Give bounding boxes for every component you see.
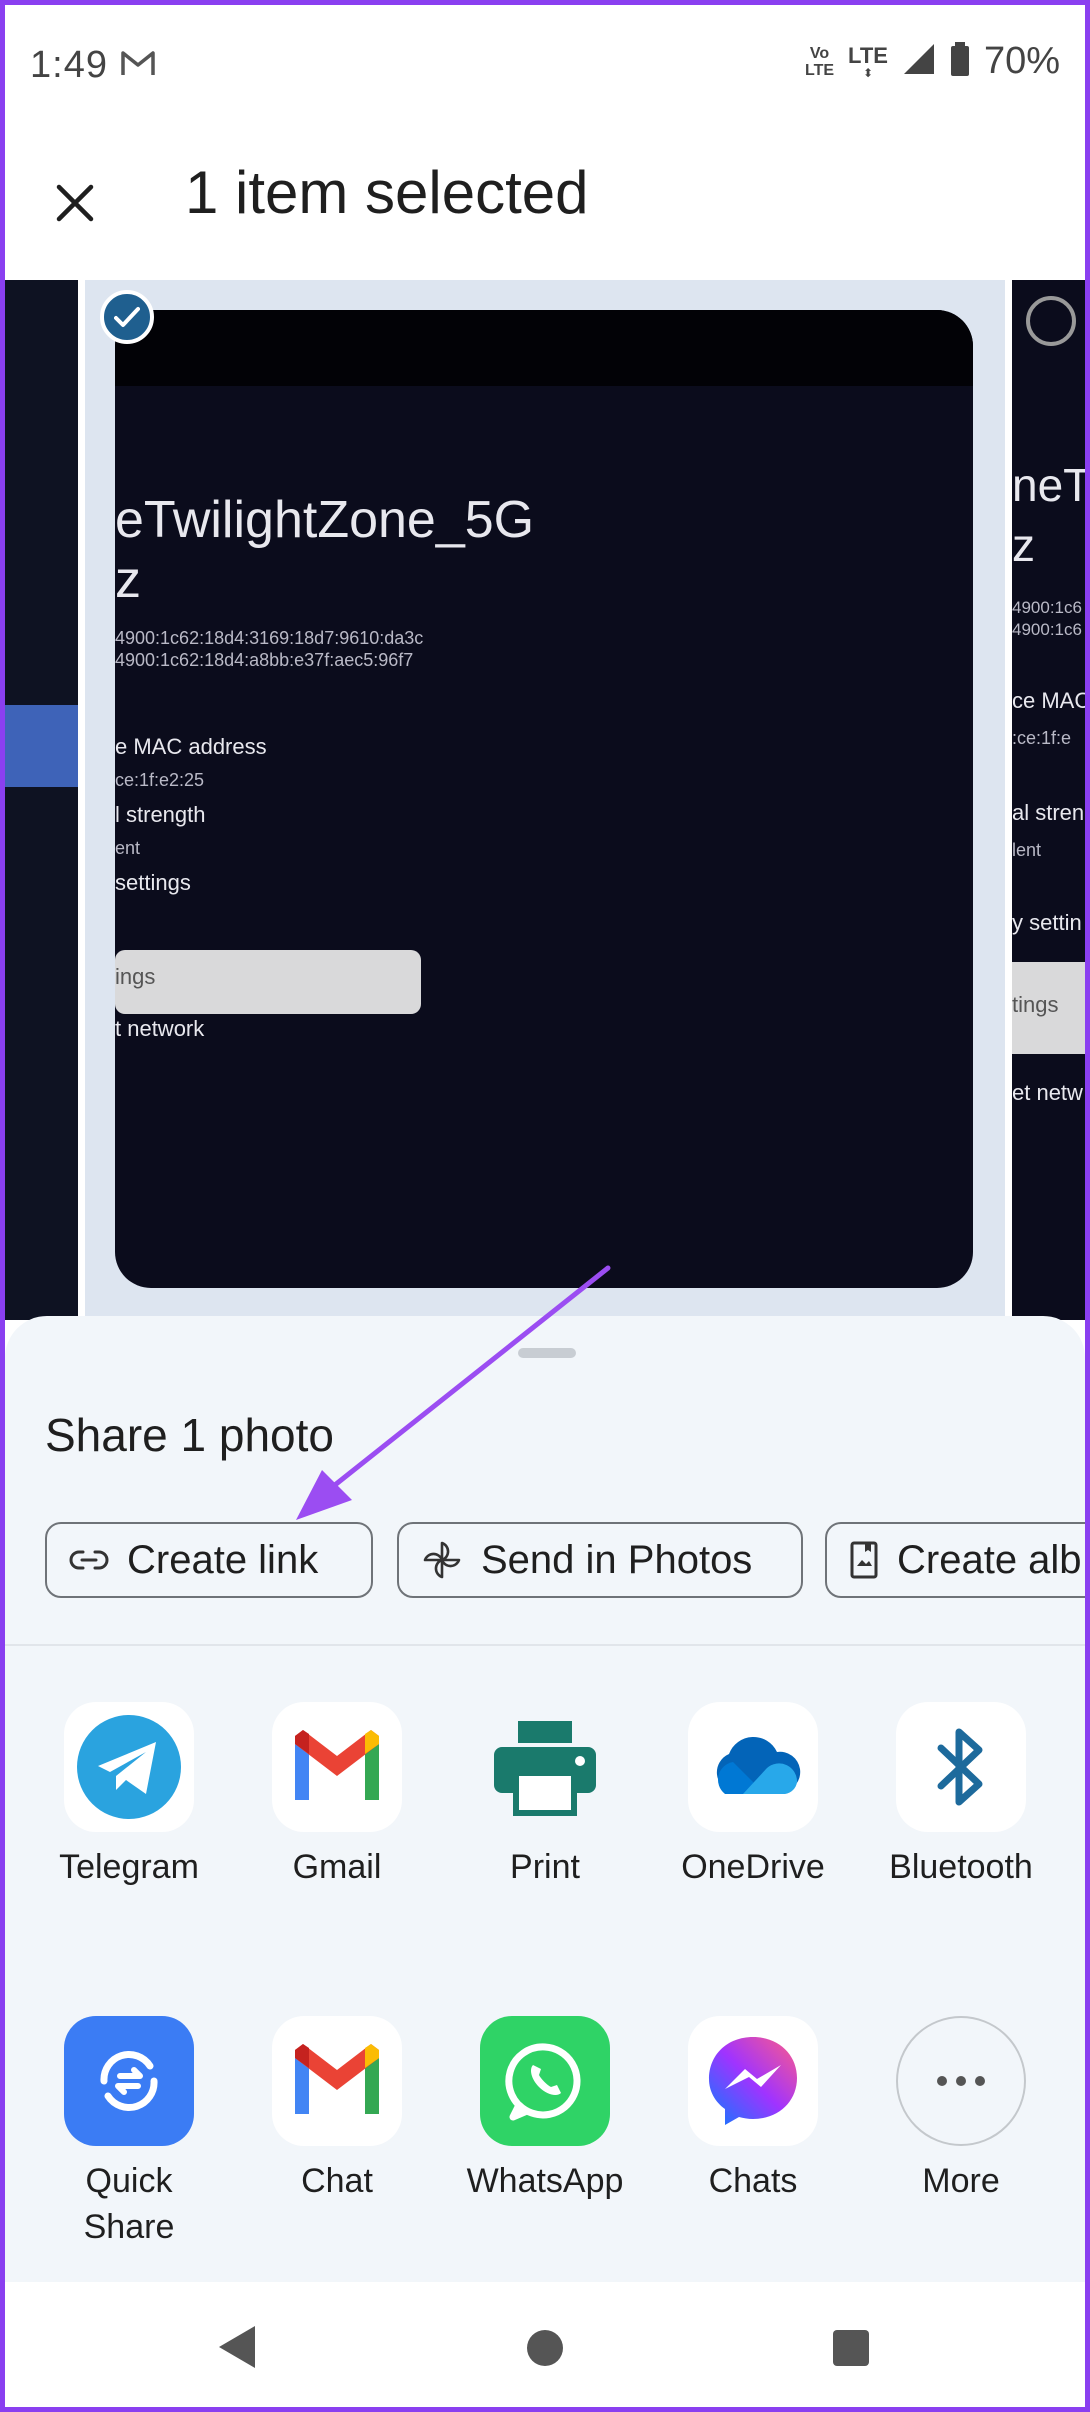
volte-indicator: Vo LTE xyxy=(804,44,835,79)
link-icon xyxy=(69,1550,109,1570)
photo-text-mac-value: ce:1f:e2:25 xyxy=(115,770,205,790)
unselected-circle-icon[interactable] xyxy=(1026,296,1076,346)
signal-icon xyxy=(902,42,936,81)
photo-right-text-signal-label: al stren xyxy=(1012,800,1085,825)
share-apps-row-1: Telegram Gmail Print OneDrive Bluetooth xyxy=(5,1702,1085,1962)
recents-icon[interactable] xyxy=(833,2330,869,2366)
photo-right-text-signal-value: lent xyxy=(1012,840,1042,860)
pinwheel-icon xyxy=(423,1541,461,1579)
quick-share-icon xyxy=(100,2051,158,2111)
photo-text-mac-label: e MAC address xyxy=(115,734,267,759)
share-apps-row-2: Quick Share Chat WhatsApp Chats More xyxy=(5,2016,1085,2276)
share-app-chat[interactable]: Chat xyxy=(233,2016,441,2204)
back-icon[interactable] xyxy=(215,2322,259,2372)
share-app-print[interactable]: Print xyxy=(441,1702,649,1890)
battery-percent: 70% xyxy=(983,40,1060,82)
photo-carousel[interactable]: eTwilightZone_5G z 4900:1c62:18d4:3169:1… xyxy=(0,280,1090,1320)
photo-text-forget: t network xyxy=(115,1016,205,1041)
share-app-quick-share[interactable]: Quick Share xyxy=(25,2016,233,2250)
print-icon xyxy=(494,1721,596,1816)
sheet-drag-handle[interactable] xyxy=(518,1348,576,1358)
telegram-icon xyxy=(77,1715,181,1819)
status-bar: 1:49 Vo LTE LTE ⬍ 70% xyxy=(0,0,1090,130)
photo-image: eTwilightZone_5G z 4900:1c62:18d4:3169:1… xyxy=(115,310,973,1288)
system-navigation-bar xyxy=(5,2282,1085,2412)
photo-right-text-network: neT xyxy=(1012,459,1090,511)
photo-right-text-ipv6-2: 4900:1c6 xyxy=(1012,620,1082,639)
messenger-icon xyxy=(709,2037,797,2125)
lte-indicator: LTE ⬍ xyxy=(848,42,888,80)
create-link-chip[interactable]: Create link xyxy=(45,1522,373,1598)
photo-thumbnail-next[interactable]: neT z 4900:1c6 4900:1c6 ce MAC :ce:1f:e … xyxy=(1012,280,1090,1320)
status-time: 1:49 xyxy=(30,44,108,86)
photo-thumbnail-previous[interactable] xyxy=(0,280,78,1320)
photo-text-signal-value: ent xyxy=(115,838,141,858)
selected-check-icon[interactable] xyxy=(100,290,154,344)
onedrive-icon xyxy=(716,1736,801,1794)
battery-icon xyxy=(950,42,970,81)
photo-right-text-mac-label: ce MAC xyxy=(1012,688,1090,713)
photo-right-text-button: tings xyxy=(1012,992,1059,1017)
album-icon xyxy=(850,1541,878,1579)
share-app-gmail[interactable]: Gmail xyxy=(233,1702,441,1890)
share-action-chips: Create link Send in Photos Create alb xyxy=(45,1522,1085,1602)
selection-header: 1 item selected xyxy=(0,130,1090,280)
photo-thumbnail-selected[interactable]: eTwilightZone_5G z 4900:1c62:18d4:3169:1… xyxy=(85,280,1005,1320)
share-sheet-title: Share 1 photo xyxy=(45,1409,335,1461)
photo-right-text-mac-value: :ce:1f:e xyxy=(1012,728,1072,748)
gmail-notification-icon xyxy=(120,48,156,83)
page-title: 1 item selected xyxy=(185,159,589,226)
photo-right-text-forget: et netw xyxy=(1012,1080,1083,1105)
send-in-photos-chip[interactable]: Send in Photos xyxy=(397,1522,803,1598)
share-sheet-divider xyxy=(5,1644,1085,1646)
share-app-whatsapp[interactable]: WhatsApp xyxy=(441,2016,649,2204)
photo-text-network: eTwilightZone_5G xyxy=(115,491,535,549)
more-icon xyxy=(937,2076,985,2086)
bluetooth-icon xyxy=(937,1728,983,1806)
close-button[interactable] xyxy=(40,168,110,238)
share-app-more[interactable]: More xyxy=(857,2016,1065,2204)
gmail-icon xyxy=(295,1730,379,1800)
photo-text-button: ings xyxy=(115,964,156,989)
share-app-bluetooth[interactable]: Bluetooth xyxy=(857,1702,1065,1890)
photo-text-ipv6-2: 4900:1c62:18d4:a8bb:e37f:aec5:96f7 xyxy=(115,650,414,670)
photo-text-settings: settings xyxy=(115,870,191,895)
share-sheet: Share 1 photo Create link Send in Photos… xyxy=(5,1316,1085,2412)
share-app-telegram[interactable]: Telegram xyxy=(25,1702,233,1890)
photo-right-text-ipv6-1: 4900:1c6 xyxy=(1012,598,1082,617)
share-app-messenger[interactable]: Chats xyxy=(649,2016,857,2204)
chat-icon xyxy=(295,2044,379,2114)
whatsapp-icon xyxy=(505,2043,581,2121)
share-app-onedrive[interactable]: OneDrive xyxy=(649,1702,857,1890)
home-icon[interactable] xyxy=(527,2330,563,2366)
photo-right-text-settings: y settin xyxy=(1012,910,1082,935)
photo-right-text-partial: z xyxy=(1012,519,1035,571)
close-icon xyxy=(56,184,94,222)
create-album-chip[interactable]: Create alb xyxy=(825,1522,1085,1598)
photo-text-ipv6-1: 4900:1c62:18d4:3169:18d7:9610:da3c xyxy=(115,628,424,648)
photo-text-partial: z xyxy=(115,551,141,609)
photo-text-signal-label: l strength xyxy=(115,802,206,827)
